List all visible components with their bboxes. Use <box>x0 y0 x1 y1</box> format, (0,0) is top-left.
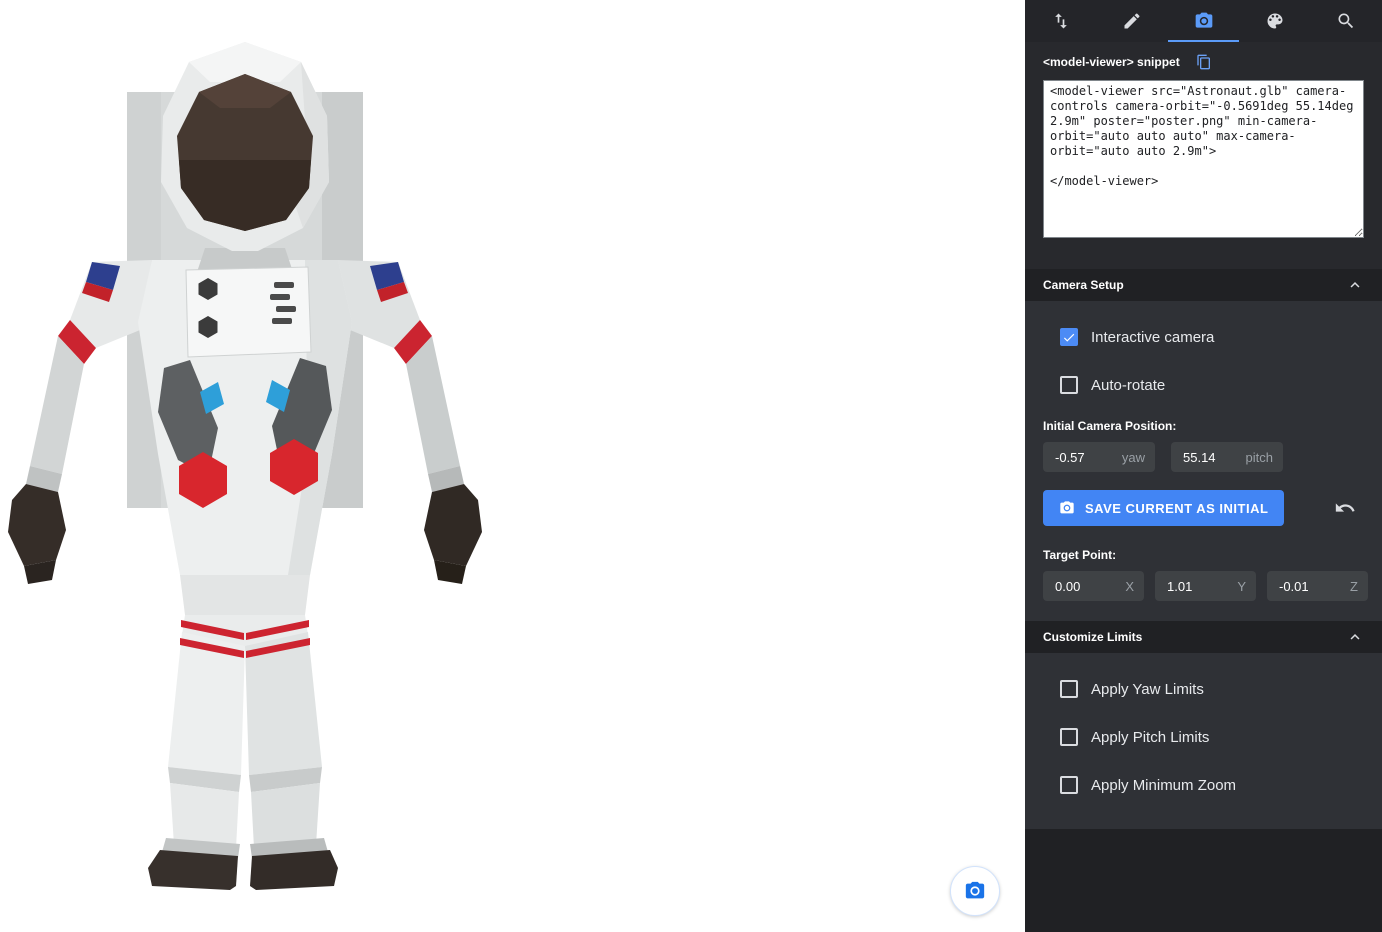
target-y-field: Y <box>1155 571 1256 601</box>
search-icon <box>1336 11 1356 31</box>
customize-limits-body: Apply Yaw Limits Apply Pitch Limits Appl… <box>1025 653 1382 829</box>
tab-materials[interactable] <box>1239 0 1310 42</box>
apply-minimum-zoom-row: Apply Minimum Zoom <box>1043 761 1364 809</box>
pitch-unit-label: pitch <box>1246 450 1273 465</box>
target-z-input[interactable] <box>1277 578 1344 595</box>
customize-limits-title: Customize Limits <box>1043 630 1142 644</box>
target-z-field: Z <box>1267 571 1368 601</box>
auto-rotate-checkbox[interactable] <box>1060 376 1078 394</box>
target-y-input[interactable] <box>1165 578 1231 595</box>
auto-rotate-label: Auto-rotate <box>1091 377 1165 394</box>
target-point-fields: X Y Z <box>1043 571 1364 601</box>
astronaut-3d-model <box>0 30 490 900</box>
pitch-input[interactable] <box>1181 449 1240 466</box>
tab-inspector[interactable] <box>1311 0 1382 42</box>
auto-rotate-row: Auto-rotate <box>1043 361 1364 409</box>
snippet-code-textarea[interactable]: <model-viewer src="Astronaut.glb" camera… <box>1043 80 1364 238</box>
apply-minimum-zoom-label: Apply Minimum Zoom <box>1091 777 1236 794</box>
undo-button[interactable] <box>1334 497 1356 519</box>
tab-edit[interactable] <box>1096 0 1167 42</box>
customize-limits-header[interactable]: Customize Limits <box>1025 621 1382 653</box>
interactive-camera-row: Interactive camera <box>1043 313 1364 361</box>
edit-icon <box>1122 11 1142 31</box>
apply-minimum-zoom-checkbox[interactable] <box>1060 776 1078 794</box>
apply-pitch-limits-row: Apply Pitch Limits <box>1043 713 1364 761</box>
import-export-icon <box>1051 11 1071 31</box>
interactive-camera-label: Interactive camera <box>1091 329 1214 346</box>
apply-yaw-limits-label: Apply Yaw Limits <box>1091 681 1204 698</box>
yaw-unit-label: yaw <box>1122 450 1145 465</box>
model-viewer-canvas[interactable] <box>0 0 1025 932</box>
target-x-input[interactable] <box>1053 578 1119 595</box>
tab-camera[interactable] <box>1168 0 1239 42</box>
copy-icon <box>1196 54 1212 70</box>
editor-toolbar <box>1025 0 1382 42</box>
camera-setup-body: Interactive camera Auto-rotate Initial C… <box>1025 301 1382 621</box>
initial-camera-position-label: Initial Camera Position: <box>1043 419 1364 433</box>
initial-position-fields: yaw pitch <box>1043 442 1364 472</box>
camera-setup-header[interactable]: Camera Setup <box>1025 269 1382 301</box>
copy-snippet-button[interactable] <box>1196 54 1212 70</box>
apply-yaw-limits-row: Apply Yaw Limits <box>1043 665 1364 713</box>
snippet-section: <model-viewer> snippet <model-viewer src… <box>1025 42 1382 269</box>
palette-icon <box>1265 11 1285 31</box>
target-point-label: Target Point: <box>1043 548 1364 562</box>
pitch-field: pitch <box>1171 442 1283 472</box>
apply-yaw-limits-checkbox[interactable] <box>1060 680 1078 698</box>
save-button-label: SAVE CURRENT AS INITIAL <box>1085 501 1268 516</box>
target-x-field: X <box>1043 571 1144 601</box>
check-icon <box>1062 330 1076 345</box>
apply-pitch-limits-checkbox[interactable] <box>1060 728 1078 746</box>
target-x-unit-label: X <box>1125 579 1134 594</box>
interactive-camera-checkbox[interactable] <box>1060 328 1078 346</box>
apply-pitch-limits-label: Apply Pitch Limits <box>1091 729 1209 746</box>
undo-icon <box>1334 497 1356 519</box>
save-current-as-initial-button[interactable]: SAVE CURRENT AS INITIAL <box>1043 490 1284 526</box>
tab-import-export[interactable] <box>1025 0 1096 42</box>
camera-icon <box>1059 500 1075 516</box>
camera-icon <box>1194 11 1214 31</box>
editor-panel: <model-viewer> snippet <model-viewer src… <box>1025 0 1382 932</box>
yaw-input[interactable] <box>1053 449 1116 466</box>
target-z-unit-label: Z <box>1350 579 1358 594</box>
camera-icon <box>964 880 986 902</box>
camera-setup-title: Camera Setup <box>1043 278 1124 292</box>
target-y-unit-label: Y <box>1237 579 1246 594</box>
save-row: SAVE CURRENT AS INITIAL <box>1043 490 1364 526</box>
chevron-up-icon <box>1346 276 1364 294</box>
screenshot-fab-button[interactable] <box>950 866 1000 916</box>
panel-footer <box>1025 829 1382 932</box>
snippet-title: <model-viewer> snippet <box>1043 55 1180 69</box>
yaw-field: yaw <box>1043 442 1155 472</box>
chevron-up-icon <box>1346 628 1364 646</box>
